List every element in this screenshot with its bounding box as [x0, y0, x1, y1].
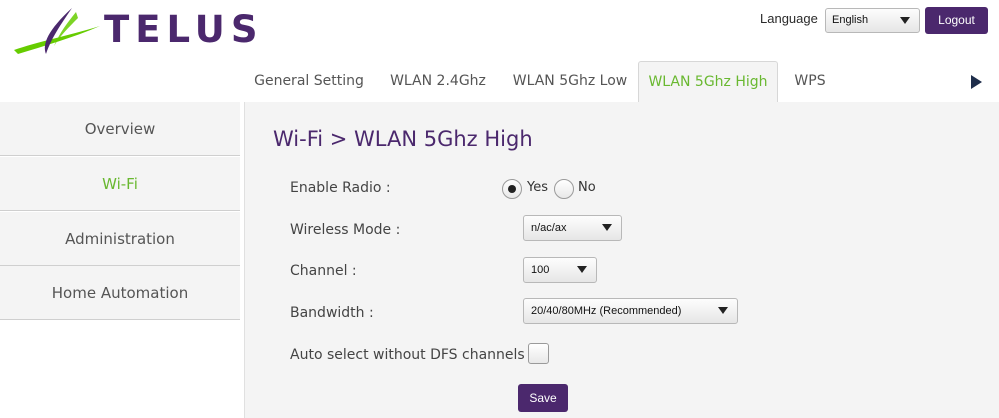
sidebar-item-wifi[interactable]: Wi-Fi	[0, 157, 240, 211]
channel-value: 100	[531, 264, 550, 276]
telus-swoosh-icon	[14, 8, 100, 54]
tab-wlan-2-4ghz[interactable]: WLAN 2.4Ghz	[374, 61, 502, 102]
wireless-mode-label: Wireless Mode :	[290, 222, 401, 238]
enable-radio-no[interactable]	[554, 179, 574, 199]
enable-radio-no-label: No	[578, 180, 596, 195]
tab-bar: General Setting WLAN 2.4Ghz WLAN 5Ghz Lo…	[244, 61, 999, 102]
auto-select-dfs-label: Auto select without DFS channels :	[290, 347, 534, 363]
main-panel: Wi-Fi > WLAN 5Ghz High Enable Radio : Ye…	[244, 102, 999, 418]
language-select[interactable]: English	[825, 8, 920, 33]
tab-wps[interactable]: WPS	[778, 61, 842, 102]
channel-select[interactable]: 100	[523, 257, 597, 283]
bandwidth-label: Bandwidth :	[290, 305, 374, 321]
language-selected-value: English	[832, 14, 869, 26]
logout-button[interactable]: Logout	[925, 7, 988, 34]
save-button[interactable]: Save	[518, 384, 568, 412]
arrow-right-icon[interactable]	[971, 75, 982, 89]
chevron-down-icon	[718, 307, 728, 314]
enable-radio-yes-label: Yes	[527, 180, 548, 195]
auto-select-dfs-checkbox[interactable]	[528, 343, 549, 364]
tab-general-setting[interactable]: General Setting	[244, 61, 374, 102]
tab-wlan-5ghz-high[interactable]: WLAN 5Ghz High	[638, 61, 778, 102]
wireless-mode-select[interactable]: n/ac/ax	[523, 215, 622, 241]
page-title: Wi-Fi > WLAN 5Ghz High	[273, 127, 533, 151]
bandwidth-value: 20/40/80MHz (Recommended)	[531, 305, 682, 317]
sidebar-item-home-automation[interactable]: Home Automation	[0, 266, 240, 320]
brand-name: TELUS	[104, 8, 264, 51]
sidebar: Overview Wi-Fi Administration Home Autom…	[0, 102, 240, 418]
channel-label: Channel :	[290, 263, 357, 279]
telus-logo: TELUS	[12, 6, 257, 58]
chevron-down-icon	[900, 17, 910, 24]
sidebar-item-overview[interactable]: Overview	[0, 102, 240, 156]
enable-radio-yes[interactable]	[502, 179, 522, 199]
wireless-mode-value: n/ac/ax	[531, 222, 567, 234]
bandwidth-select[interactable]: 20/40/80MHz (Recommended)	[523, 298, 738, 324]
chevron-down-icon	[602, 224, 612, 231]
enable-radio-label: Enable Radio :	[290, 180, 391, 196]
tab-wlan-5ghz-low[interactable]: WLAN 5Ghz Low	[502, 61, 638, 102]
chevron-down-icon	[577, 266, 587, 273]
language-label: Language	[760, 11, 818, 26]
sidebar-item-administration[interactable]: Administration	[0, 212, 240, 266]
